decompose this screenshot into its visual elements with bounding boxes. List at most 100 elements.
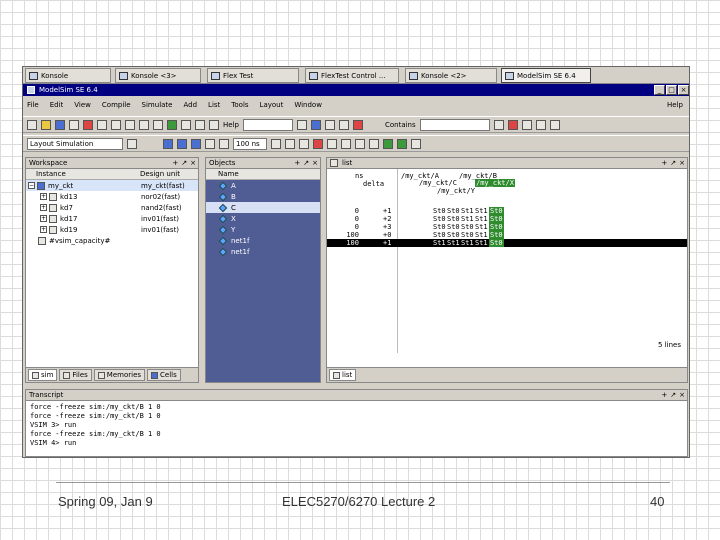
object-item[interactable]: Y [206,224,320,235]
open-icon[interactable] [41,119,51,130]
zoom-icon[interactable] [338,119,349,130]
undock-icon[interactable]: + [661,159,667,167]
menu-help[interactable]: Help [667,101,683,109]
compile-all-icon[interactable] [181,119,191,130]
contains-input[interactable] [419,118,490,131]
step-over-icon[interactable] [341,138,351,149]
refresh-icon[interactable] [535,119,546,130]
menu-view[interactable]: View [74,101,91,109]
object-item[interactable]: net1f [206,246,320,257]
menu-tools[interactable]: Tools [231,101,248,109]
continue-icon[interactable] [285,138,295,149]
run-all-icon[interactable] [299,138,309,149]
print-icon[interactable] [69,119,79,130]
add-list-icon[interactable] [397,138,407,149]
options-icon[interactable] [521,119,532,130]
close-icon[interactable]: × [190,159,196,167]
step-icon[interactable] [205,138,215,149]
menu-edit[interactable]: Edit [50,101,64,109]
restart-icon[interactable] [219,138,229,149]
menu-window[interactable]: Window [294,101,322,109]
expand-icon[interactable]: + [40,215,47,222]
transcript-body[interactable]: force -freeze sim:/my_ckt/B 1 0 force -fr… [26,401,687,450]
close-button[interactable]: × [678,85,689,95]
undo-icon[interactable] [125,119,135,130]
tree-row[interactable]: − my_ckt my_ckt(fast) [26,180,198,191]
tab-files[interactable]: Files [59,369,92,381]
maximize-icon[interactable]: ↗ [670,159,676,167]
menu-simulate[interactable]: Simulate [142,101,173,109]
menu-list[interactable]: List [208,101,220,109]
col-instance[interactable]: Instance [26,170,140,178]
step-out-icon[interactable] [355,138,365,149]
compile-icon[interactable] [167,119,177,130]
expand-icon[interactable]: + [40,226,47,233]
dropdown-arrow-icon[interactable] [127,138,137,149]
save-icon[interactable] [55,119,65,130]
maximize-icon[interactable]: ↗ [670,391,676,399]
collapse-icon[interactable]: − [28,182,35,189]
copy-icon[interactable] [97,119,107,130]
maximize-icon[interactable]: ↗ [181,159,187,167]
close-icon[interactable]: × [679,391,685,399]
expand-icon[interactable]: + [40,193,47,200]
stop-icon[interactable] [352,119,363,130]
menu-add[interactable]: Add [183,101,197,109]
help-search-input[interactable] [242,118,293,131]
task-flextest-control[interactable]: FlexTest Control ... [305,68,399,83]
expand-icon[interactable] [549,119,560,130]
expand-icon[interactable]: + [40,204,47,211]
dataflow-icon[interactable] [324,119,335,130]
list-row[interactable]: 0 +3 St0 St0 St0 St1 St0 [327,223,687,231]
step-into-icon[interactable] [327,138,337,149]
tab-memories[interactable]: Memories [93,369,146,381]
close-icon[interactable]: × [679,159,685,167]
list-row[interactable]: 100 +0 St0 St0 St0 St1 St0 [327,231,687,239]
col-design-unit[interactable]: Design unit [140,170,180,178]
tab-list[interactable]: list [329,369,357,381]
layout-select[interactable]: Layout Simulation [27,137,123,150]
menu-layout[interactable]: Layout [260,101,284,109]
find-icon[interactable] [153,119,163,130]
object-item[interactable]: net1f [206,235,320,246]
tab-cells[interactable]: Cells [147,369,181,381]
maximize-button[interactable]: □ [666,85,677,95]
paste-icon[interactable] [111,119,121,130]
task-konsole-2[interactable]: Konsole <2> [405,68,497,83]
tree-row[interactable]: #vsim_capacity# [26,235,198,246]
tree-row[interactable]: + kd17 inv01(fast) [26,213,198,224]
task-konsole-3[interactable]: Konsole <3> [115,68,201,83]
list-row[interactable]: 100 +1 St1 St1 St1 St1 St0 [327,239,687,247]
object-item[interactable]: A [206,180,320,191]
find-signal-icon[interactable] [411,138,421,149]
undock-icon[interactable]: + [661,391,667,399]
maximize-icon[interactable]: ↗ [303,159,309,167]
object-item[interactable]: X [206,213,320,224]
left-arrow-icon[interactable] [177,138,187,149]
simulate-icon[interactable] [195,119,205,130]
object-item[interactable]: B [206,191,320,202]
cut-icon[interactable] [83,119,93,130]
tree-row[interactable]: + kd19 inv01(fast) [26,224,198,235]
layout-icon[interactable] [310,119,321,130]
col-name[interactable]: Name [206,170,239,178]
edit-icon[interactable] [493,119,504,130]
runtime-input[interactable]: 100 ns [233,137,267,150]
object-item[interactable]: C [206,202,320,213]
run-icon[interactable] [271,138,281,149]
undock-icon[interactable]: + [172,159,178,167]
break-sim-icon[interactable] [313,138,323,149]
add-wave-icon[interactable] [383,138,393,149]
search-icon[interactable] [296,119,307,130]
wave-icon[interactable] [369,138,379,149]
task-konsole[interactable]: Konsole [25,68,111,83]
list-row[interactable]: 0 +2 St0 St0 St1 St1 St0 [327,215,687,223]
minimize-button[interactable]: _ [654,85,665,95]
tree-row[interactable]: + kd7 nand2(fast) [26,202,198,213]
tab-sim[interactable]: sim [28,369,58,381]
redo-icon[interactable] [139,119,149,130]
up-arrow-icon[interactable] [163,138,173,149]
list-row[interactable]: 0 +1 St0 St0 St1 St1 St0 [327,207,687,215]
new-file-icon[interactable] [27,119,37,130]
menu-compile[interactable]: Compile [102,101,131,109]
